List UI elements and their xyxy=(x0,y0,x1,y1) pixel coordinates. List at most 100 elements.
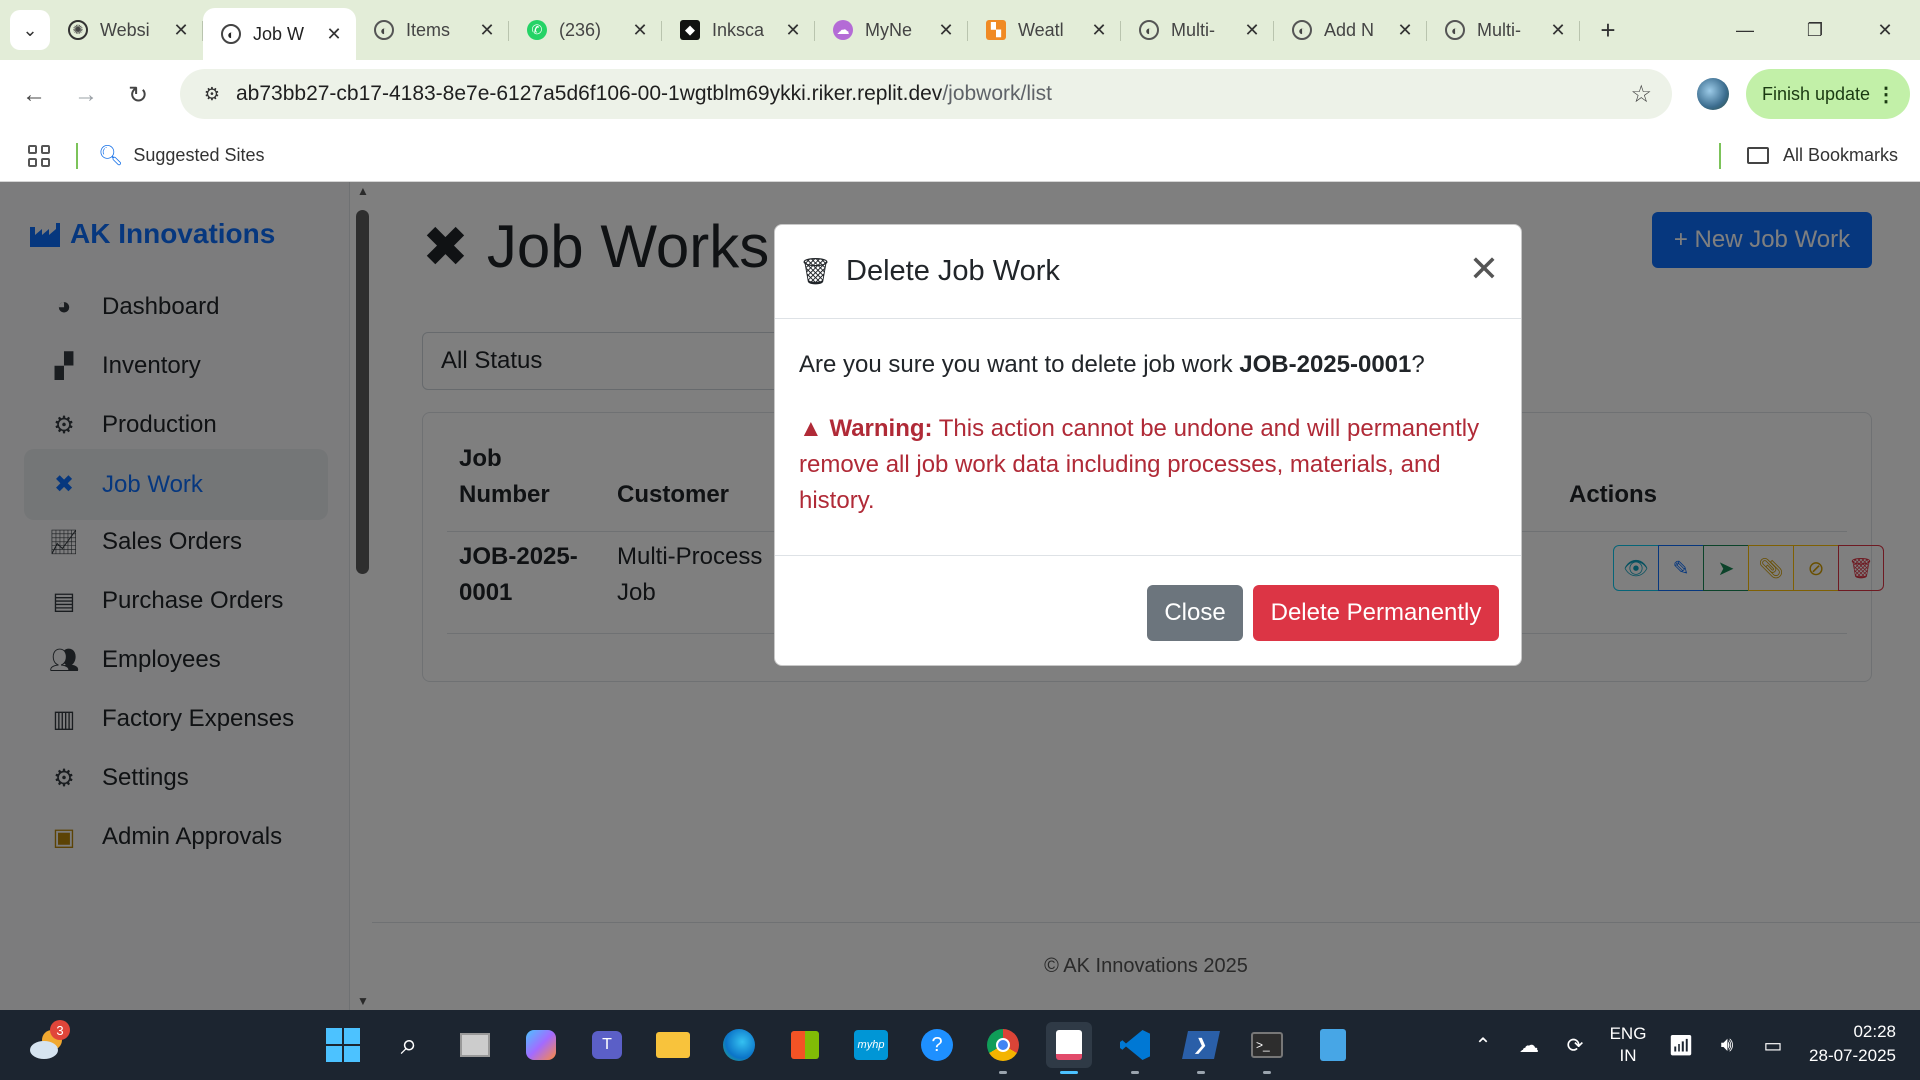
myhp-icon[interactable]: myhp xyxy=(848,1022,894,1068)
close-tab-icon[interactable]: ✕ xyxy=(477,20,497,41)
reload-button[interactable]: ↻ xyxy=(112,69,164,121)
tab-search-dropdown[interactable]: ⌄ xyxy=(10,10,50,50)
folder-icon xyxy=(1746,147,1769,164)
notification-badge: 3 xyxy=(50,1020,70,1040)
browser-tab[interactable]: ◆ Inksca ✕ xyxy=(662,7,815,53)
openai-icon: ✺ xyxy=(68,20,88,40)
close-tab-icon[interactable]: ✕ xyxy=(1548,20,1568,41)
browser-tab[interactable]: ✆ (236) ✕ xyxy=(509,7,662,53)
trash-icon: 🗑︎ xyxy=(799,256,833,286)
globe-icon: ◐ xyxy=(374,20,394,40)
profile-avatar[interactable] xyxy=(1697,78,1729,110)
new-tab-button[interactable]: + xyxy=(1590,12,1626,48)
close-tab-icon[interactable]: ✕ xyxy=(1395,20,1415,41)
volume-icon[interactable]: 🔊︎ xyxy=(1704,1034,1750,1057)
apps-grid-icon[interactable] xyxy=(28,144,50,167)
search-icon[interactable]: ⌕ xyxy=(386,1022,432,1068)
chevron-down-icon: ⌄ xyxy=(22,19,38,40)
sync-icon[interactable]: ⟳ xyxy=(1552,1033,1598,1058)
url-input[interactable]: ⚙ ab73bb27-cb17-4183-8e7e-6127a5d6f106-0… xyxy=(180,69,1672,119)
close-tab-icon[interactable]: ✕ xyxy=(1242,20,1262,41)
chrome-icon[interactable] xyxy=(980,1022,1026,1074)
web-page: AK Innovations ◕ Dashboard ▞ Inventory ⚙… xyxy=(0,182,1920,1010)
globe-icon: ◐ xyxy=(221,24,241,44)
wifi-icon[interactable]: 📶︎ xyxy=(1658,1033,1704,1058)
get-help-icon[interactable]: ? xyxy=(914,1022,960,1068)
close-button[interactable]: Close xyxy=(1147,585,1243,641)
copilot-icon[interactable] xyxy=(518,1022,564,1068)
cloud-icon: ☁ xyxy=(833,20,853,40)
system-tray: ⌃ ☁ ⟳ ENG IN 📶︎ 🔊︎ ▭ xyxy=(1460,1010,1796,1080)
close-tab-icon[interactable]: ✕ xyxy=(783,20,803,41)
globe-icon: ◐ xyxy=(1445,20,1465,40)
weather-icon: ▚ xyxy=(986,20,1006,40)
clock[interactable]: 02:28 28-07-2025 xyxy=(1809,1020,1896,1068)
close-tab-icon[interactable]: ✕ xyxy=(324,24,344,45)
site-info-icon[interactable]: ⚙ xyxy=(192,84,232,105)
browser-tab[interactable]: ☁ MyNe ✕ xyxy=(815,7,968,53)
close-window-button[interactable]: ✕ xyxy=(1850,0,1920,60)
browser-tab[interactable]: ◐ Items ✕ xyxy=(356,7,509,53)
notepad-icon[interactable] xyxy=(1310,1022,1356,1068)
reload-icon: ↻ xyxy=(127,81,149,109)
start-icon[interactable] xyxy=(320,1022,366,1068)
browser-tab[interactable]: ◐ Multi- ✕ xyxy=(1427,7,1580,53)
browser-tab[interactable]: ▚ Weatl ✕ xyxy=(968,7,1121,53)
address-bar-row: ← → ↻ ⚙ ab73bb27-cb17-4183-8e7e-6127a5d6… xyxy=(0,60,1920,130)
terminal-icon[interactable]: >_ xyxy=(1244,1022,1290,1074)
chevron-up-icon[interactable]: ⌃ xyxy=(1460,1033,1506,1058)
warning-message: ▲ Warning: This action cannot be undone … xyxy=(799,415,1480,514)
back-button[interactable]: ← xyxy=(8,69,60,121)
close-icon[interactable]: ✕ xyxy=(1469,251,1499,287)
globe-icon: ◐ xyxy=(1292,20,1312,40)
powershell-icon[interactable]: ❯ xyxy=(1178,1022,1224,1074)
modal-title: Delete Job Work xyxy=(846,255,1060,287)
browser-tab-active[interactable]: ◐ Job W ✕ xyxy=(203,8,356,60)
arrow-left-icon: ← xyxy=(22,81,46,108)
window-controls: — ❐ ✕ xyxy=(1710,0,1920,60)
snipping-tool-icon[interactable] xyxy=(1046,1022,1092,1074)
close-tab-icon[interactable]: ✕ xyxy=(171,20,191,41)
inkscape-icon: ◆ xyxy=(680,20,700,40)
store-icon[interactable] xyxy=(782,1022,828,1068)
close-tab-icon[interactable]: ✕ xyxy=(1089,20,1109,41)
windows-taskbar: 3 ⌕ T myhp ? ❯ >_ ⌃ ☁ ⟳ ENG IN 📶︎ 🔊︎ ▭ 0… xyxy=(0,1010,1920,1080)
globe-icon: ◐ xyxy=(1139,20,1159,40)
close-tab-icon[interactable]: ✕ xyxy=(630,20,650,41)
bookmark-star-icon[interactable]: ☆ xyxy=(1630,80,1652,109)
bookmarks-bar: 🔍︎ Suggested Sites All Bookmarks xyxy=(0,130,1920,182)
suggested-sites-link[interactable]: Suggested Sites xyxy=(133,145,264,166)
arrow-right-icon: → xyxy=(74,81,98,108)
browser-tab-strip: ⌄ ✺ Websi ✕ ◐ Job W ✕ ◐ Items ✕ ✆ (236) … xyxy=(0,0,1920,60)
warning-triangle-icon: ▲ xyxy=(799,415,823,442)
language-indicator[interactable]: ENG IN xyxy=(1598,1023,1658,1067)
vscode-icon[interactable] xyxy=(1112,1022,1158,1074)
file-explorer-icon[interactable] xyxy=(650,1022,696,1068)
whatsapp-icon: ✆ xyxy=(527,20,547,40)
all-bookmarks-link[interactable]: All Bookmarks xyxy=(1783,145,1898,166)
close-tab-icon[interactable]: ✕ xyxy=(936,20,956,41)
browser-tab[interactable]: ✺ Websi ✕ xyxy=(50,7,203,53)
confirm-question: Are you sure you want to delete job work… xyxy=(799,351,1425,378)
delete-job-work-modal: 🗑︎ Delete Job Work ✕ Are you sure you wa… xyxy=(774,224,1522,666)
task-view-icon[interactable] xyxy=(452,1022,498,1068)
job-id: JOB-2025-0001 xyxy=(1239,351,1412,378)
minimize-button[interactable]: — xyxy=(1710,0,1780,60)
bookmark-divider xyxy=(76,142,78,169)
restore-button[interactable]: ❐ xyxy=(1780,0,1850,60)
delete-permanently-button[interactable]: Delete Permanently xyxy=(1253,585,1499,641)
edge-icon[interactable] xyxy=(716,1022,762,1068)
battery-icon[interactable]: ▭ xyxy=(1750,1033,1796,1058)
taskbar-apps: ⌕ T myhp ? ❯ >_ xyxy=(320,1022,1376,1074)
search-icon: 🔍︎ xyxy=(98,145,124,167)
url-text: ab73bb27-cb17-4183-8e7e-6127a5d6f106-00-… xyxy=(236,82,1053,105)
teams-icon[interactable]: T xyxy=(584,1022,630,1068)
more-menu-icon[interactable]: ⋮ xyxy=(1876,82,1896,107)
modal-header: 🗑︎ Delete Job Work xyxy=(775,225,1521,319)
browser-tab[interactable]: ◐ Add N ✕ xyxy=(1274,7,1427,53)
onedrive-icon[interactable]: ☁ xyxy=(1506,1033,1552,1058)
plus-icon: + xyxy=(1600,14,1616,45)
browser-tab[interactable]: ◐ Multi- ✕ xyxy=(1121,7,1274,53)
finish-update-button[interactable]: Finish update ⋮ xyxy=(1746,69,1910,119)
forward-button[interactable]: → xyxy=(60,69,112,121)
